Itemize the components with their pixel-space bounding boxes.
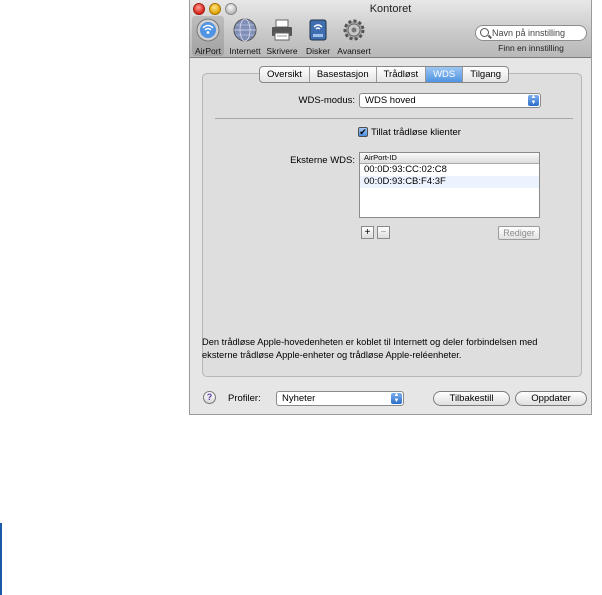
update-button[interactable]: Oppdater [515,391,587,406]
toolbar-airport-label: AirPort [195,46,221,56]
list-item[interactable]: 00:0D:93:CC:02:C8 [360,164,539,176]
airport-icon [196,18,220,42]
window-title: Kontoret [369,3,412,15]
popup-arrows-icon: ▲ ▼ [391,392,402,404]
toolbar-disks-label: Disker [305,46,331,56]
titlebar: Kontoret AirPort Internett Skrivere Disk… [190,0,591,58]
wds-mode-value: WDS hoved [365,95,416,106]
divider [215,118,573,119]
wds-mode-select[interactable]: WDS hoved ▲ ▼ [359,93,541,108]
external-wds-label: Eksterne WDS: [290,155,355,166]
external-wds-list[interactable]: AirPort-ID 00:0D:93:CC:02:C8 00:0D:93:CB… [359,152,540,218]
search-caption: Finn en innstilling [498,43,564,53]
wds-description: Den trådløse Apple-hovedenheten er koble… [202,337,538,360]
page-margin-bar [0,523,2,595]
gear-icon [343,19,365,41]
search-input[interactable]: Navn på innstilling [475,25,587,41]
search-icon [480,28,489,37]
toolbar-advanced-label: Avansert [337,46,371,56]
globe-icon [233,18,257,42]
tab-tradlost[interactable]: Trådløst [377,67,427,82]
tab-oversikt[interactable]: Oversikt [260,67,310,82]
printer-icon [272,19,292,41]
toolbar-printers-label: Skrivere [266,46,298,56]
profiles-label: Profiler: [228,393,261,404]
toolbar-disks[interactable]: Disker [304,18,332,56]
edit-button[interactable]: Rediger [498,226,540,240]
toolbar-internet[interactable]: Internett [226,18,264,56]
wds-mode-label: WDS-modus: [298,95,355,106]
remove-wds-button[interactable]: − [377,226,390,239]
revert-button[interactable]: Tilbakestill [433,391,510,406]
allow-clients-checkbox[interactable]: ✔ [358,127,368,137]
toolbar-printers[interactable]: Skrivere [265,18,299,56]
popup-arrows-icon: ▲ ▼ [528,94,539,106]
profile-select[interactable]: Nyheter ▲ ▼ [276,391,404,406]
help-button[interactable]: ? [203,391,216,404]
toolbar-airport[interactable]: AirPort [192,16,224,56]
tab-bar: Oversikt Basestasjon Trådløst WDS Tilgan… [259,66,510,83]
tab-wds[interactable]: WDS [426,67,464,82]
allow-clients-label: Tillat trådløse klienter [371,127,461,138]
list-column-header[interactable]: AirPort-ID [360,153,539,164]
list-item[interactable]: 00:0D:93:CB:F4:3F [360,176,539,188]
tab-tilgang[interactable]: Tilgang [463,67,508,82]
disk-icon [309,19,327,41]
tab-basestasjon[interactable]: Basestasjon [310,67,377,82]
search-placeholder: Navn på innstilling [492,28,566,38]
add-wds-button[interactable]: + [361,226,374,239]
toolbar-internet-label: Internett [229,46,261,56]
profile-value: Nyheter [282,393,316,404]
toolbar-advanced[interactable]: Avansert [332,18,376,56]
